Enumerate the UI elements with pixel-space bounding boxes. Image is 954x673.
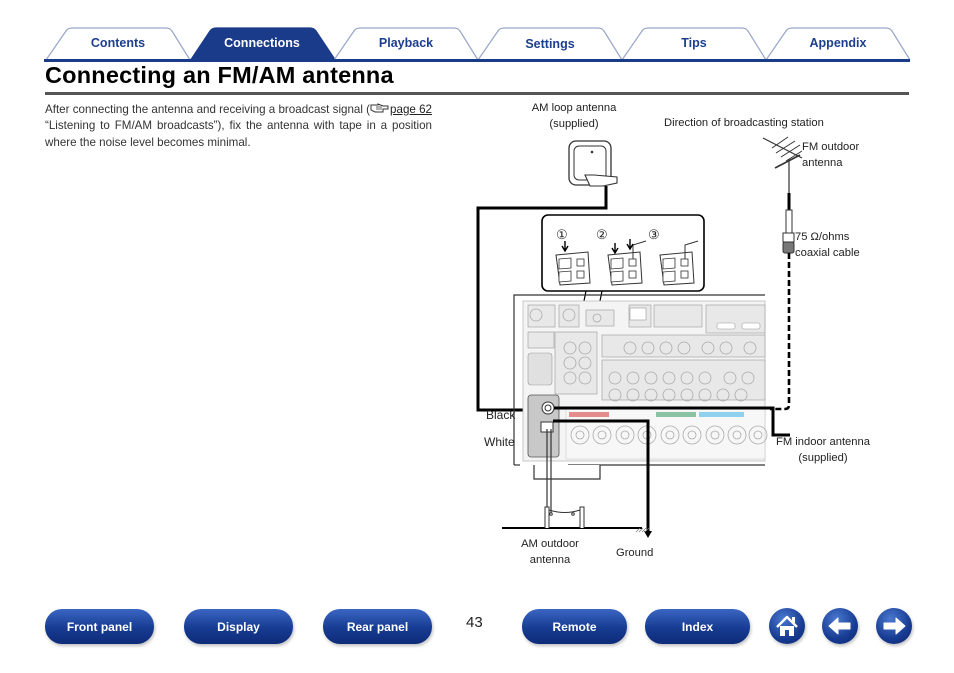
- tab-label: Tips: [681, 36, 707, 50]
- index-button[interactable]: Index: [645, 609, 750, 644]
- am-outdoor-label: AM outdoor antenna: [510, 537, 590, 568]
- am-outdoor-antenna-icon: [502, 506, 642, 529]
- fm-indoor-label-line1: FM indoor antenna: [776, 436, 870, 448]
- am-loop-label-line2: (supplied): [549, 117, 599, 130]
- fm-indoor-label: FM indoor antenna (supplied): [768, 435, 878, 466]
- intro-paragraph: After connecting the antenna and receivi…: [45, 102, 432, 151]
- coax-label-line2: coaxial cable: [795, 246, 860, 259]
- tab-contents[interactable]: Contents: [44, 27, 192, 61]
- tab-label: Connections: [224, 36, 300, 50]
- coax-label: 75 Ω/ohms coaxial cable: [795, 230, 860, 261]
- white-wire-label: White: [484, 435, 515, 449]
- step-2-label: ②: [596, 227, 608, 242]
- rear-panel-button[interactable]: Rear panel: [323, 609, 432, 644]
- tab-tips[interactable]: Tips: [620, 27, 768, 61]
- fm-indoor-label-line2: (supplied): [798, 451, 848, 464]
- tab-label: Appendix: [809, 36, 867, 50]
- black-wire-label: Black: [486, 408, 516, 422]
- remote-button[interactable]: Remote: [522, 609, 627, 644]
- tab-appendix[interactable]: Appendix: [764, 27, 912, 61]
- am-loop-label-line1: AM loop antenna: [531, 102, 617, 114]
- direction-label: Direction of broadcasting station: [664, 117, 824, 129]
- forward-button[interactable]: [876, 608, 912, 644]
- coax-label-line1: 75 Ω/ohms: [795, 231, 850, 243]
- fm-outdoor-label-line2: antenna: [802, 156, 843, 169]
- pointing-hand-reference-icon: [370, 103, 390, 114]
- am-outdoor-label-line1: AM outdoor: [521, 538, 579, 550]
- am-outdoor-label-line2: antenna: [529, 553, 571, 566]
- fm-outdoor-label-line1: FM outdoor: [802, 141, 860, 153]
- tab-label: Settings: [525, 37, 575, 51]
- back-button[interactable]: [822, 608, 858, 644]
- page-number: 43: [466, 614, 483, 631]
- fm-outdoor-antenna-icon: [762, 136, 803, 235]
- receiver-rear-panel: [513, 294, 768, 480]
- step-1-label: ①: [556, 227, 568, 242]
- home-button[interactable]: [769, 608, 805, 644]
- tab-playback[interactable]: Playback: [332, 27, 480, 61]
- intro-text-before: After connecting the antenna and receivi…: [45, 103, 371, 116]
- am-loop-antenna-icon: [568, 140, 618, 187]
- antenna-connection-diagram: AM loop antenna (supplied) Direction of …: [470, 95, 910, 580]
- arrow-left-icon: [828, 617, 851, 635]
- page-62-link[interactable]: page 62: [390, 103, 432, 116]
- intro-text-after: “Listening to FM/AM broadcasts”), fix th…: [45, 119, 432, 149]
- tab-settings[interactable]: Settings: [476, 27, 624, 61]
- fm-outdoor-label: FM outdoor antenna: [802, 140, 859, 171]
- display-button[interactable]: Display: [184, 609, 293, 644]
- tab-label: Contents: [90, 36, 146, 50]
- am-loop-label: AM loop antenna (supplied): [524, 101, 624, 132]
- chapter-tabs: Contents Connections Playback Settings T…: [44, 27, 912, 61]
- tab-label: Playback: [378, 36, 434, 50]
- front-panel-button[interactable]: Front panel: [45, 609, 154, 644]
- home-icon: [776, 615, 798, 636]
- page-title: Connecting an FM/AM antenna: [45, 62, 394, 88]
- step-3-label: ③: [648, 227, 660, 242]
- ground-label: Ground: [616, 547, 654, 559]
- tab-connections[interactable]: Connections: [188, 27, 337, 61]
- arrow-right-icon: [883, 617, 906, 635]
